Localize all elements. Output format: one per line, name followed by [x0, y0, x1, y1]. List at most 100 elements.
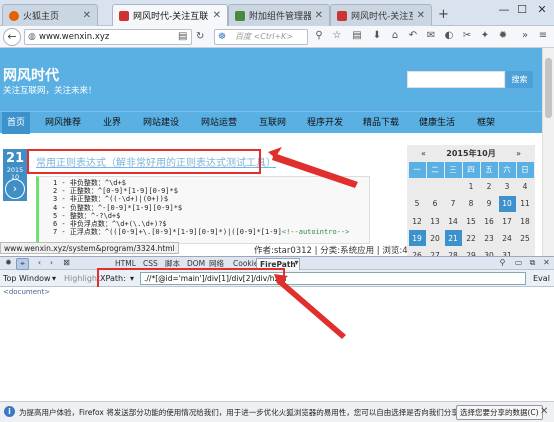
firebug-bug-icon[interactable]: ✹: [2, 258, 15, 270]
window-select[interactable]: Top Window: [3, 272, 51, 285]
menu-item-home[interactable]: 首页: [2, 112, 31, 134]
site-title[interactable]: 网风时代: [3, 65, 59, 85]
calendar-day[interactable]: 5: [409, 196, 426, 212]
reload-icon[interactable]: ↻: [196, 31, 204, 42]
calendar-day[interactable]: 6: [427, 196, 444, 212]
pocket-icon[interactable]: ◐: [442, 30, 456, 41]
minimize-panel-icon[interactable]: ▭: [512, 258, 525, 270]
share-data-button[interactable]: 选择您要分享的数据(C): [456, 405, 543, 420]
calendar-day[interactable]: 9: [481, 196, 498, 212]
calendar-day[interactable]: 11: [517, 196, 534, 212]
calendar-day[interactable]: 17: [499, 213, 516, 229]
calendar-day[interactable]: 1: [463, 179, 480, 195]
calendar-day[interactable]: 12: [409, 213, 426, 229]
close-window-button[interactable]: ✕: [532, 3, 552, 16]
scrollbar-thumb[interactable]: [545, 58, 552, 118]
close-icon[interactable]: ✕: [540, 258, 553, 270]
menu-item-site-operation[interactable]: 网站运营: [196, 112, 242, 134]
bookmarks-menu-icon[interactable]: ▤: [350, 30, 364, 41]
site-search-input[interactable]: [407, 71, 505, 88]
calendar-day[interactable]: 16: [481, 213, 498, 229]
calendar-day[interactable]: 7: [445, 196, 462, 212]
document-node[interactable]: <document>: [3, 288, 50, 296]
calendar-day[interactable]: 2: [481, 179, 498, 195]
new-tab-button[interactable]: +: [438, 7, 449, 22]
firebug-icon[interactable]: ✹: [496, 30, 510, 41]
reader-view-icon[interactable]: ▤: [178, 31, 187, 42]
menu-item-framework[interactable]: 框架: [472, 112, 500, 134]
chat-icon[interactable]: ✉: [424, 30, 438, 41]
menu-item-downloads[interactable]: 精品下载: [358, 112, 404, 134]
calendar-day[interactable]: 4: [517, 179, 534, 195]
calendar-day[interactable]: 13: [427, 213, 444, 229]
addons-icon[interactable]: ✦: [478, 30, 492, 41]
minimize-button[interactable]: —: [494, 3, 514, 16]
calendar-day[interactable]: 27: [427, 247, 444, 256]
site-search-button[interactable]: 搜索: [506, 71, 533, 88]
chevron-down-icon[interactable]: ▾: [52, 272, 56, 285]
menu-item-recommend[interactable]: 网风推荐: [40, 112, 86, 134]
url-bar[interactable]: ◍ www.wenxin.xyz: [24, 29, 192, 45]
tab-wenxin-active[interactable]: 网风时代-关注互联网，关... ✕: [112, 4, 228, 26]
menu-item-health[interactable]: 健康生活: [414, 112, 460, 134]
calendar-day[interactable]: 21: [444, 230, 462, 247]
highlight-button[interactable]: Highlight: [64, 272, 100, 285]
menu-item-programming[interactable]: 程序开发: [302, 112, 348, 134]
calendar-day[interactable]: 8: [463, 196, 480, 212]
calendar-day[interactable]: 26: [409, 247, 426, 256]
calendar-day[interactable]: 19: [408, 230, 426, 247]
calendar-next-button[interactable]: »: [516, 149, 521, 158]
undo-icon[interactable]: ↶: [406, 30, 420, 41]
forward-icon[interactable]: ›: [45, 258, 58, 270]
overflow-icon[interactable]: »: [518, 30, 532, 41]
calendar-day[interactable]: 30: [481, 247, 498, 256]
search-icon[interactable]: ⚲: [496, 258, 509, 270]
calendar-prev-button[interactable]: «: [421, 149, 426, 158]
calendar-day: [445, 179, 462, 195]
close-icon[interactable]: ✕: [540, 406, 548, 417]
calendar-day[interactable]: 15: [463, 213, 480, 229]
tab-wenxin-2[interactable]: 网风时代-关注互联网，关... ✕: [330, 4, 432, 26]
screenshot-icon[interactable]: ✂: [460, 30, 474, 41]
menu-icon[interactable]: ≡: [536, 30, 550, 41]
inspect-icon[interactable]: ⊠: [60, 258, 73, 270]
inspect-element-icon[interactable]: ⌖: [16, 258, 29, 270]
page-scrollbar[interactable]: [542, 48, 554, 256]
code-line: 7 - 正浮点数：^(([0-9]+\.[0-9]*[1-9][0-9]*)|(…: [53, 228, 282, 237]
post-day: 21: [5, 151, 25, 166]
calendar-day[interactable]: 10: [498, 195, 516, 213]
calendar-day[interactable]: 28: [445, 247, 462, 256]
search-go-icon[interactable]: ⚲: [312, 30, 326, 41]
calendar-day: [517, 247, 534, 256]
menu-item-site-building[interactable]: 网站建设: [138, 112, 184, 134]
tab-firefox-home[interactable]: 火狐主页 ✕: [2, 4, 98, 26]
search-bar[interactable]: ☸ 百度 <Ctrl+K>: [214, 29, 308, 45]
code-line: 6 - 非负浮点数：^\d+(\.\d+)?$: [53, 220, 167, 229]
close-tab-icon[interactable]: ✕: [83, 10, 91, 21]
calendar-day[interactable]: 29: [463, 247, 480, 256]
calendar-day[interactable]: 14: [445, 213, 462, 229]
chevron-down-icon[interactable]: ▾: [290, 258, 303, 270]
close-tab-icon[interactable]: ✕: [213, 10, 221, 21]
calendar-day[interactable]: 24: [499, 230, 516, 246]
calendar-day[interactable]: 20: [427, 230, 444, 246]
eval-button[interactable]: Eval: [533, 272, 550, 285]
home-icon[interactable]: ⌂: [388, 30, 402, 41]
bookmark-star-icon[interactable]: ☆: [330, 30, 344, 41]
close-tab-icon[interactable]: ✕: [417, 10, 425, 21]
calendar-day[interactable]: 18: [517, 213, 534, 229]
calendar-day[interactable]: 31: [499, 247, 516, 256]
menu-item-internet[interactable]: 互联网: [254, 112, 291, 134]
calendar-day[interactable]: 23: [481, 230, 498, 246]
detach-panel-icon[interactable]: ⧉: [526, 258, 539, 270]
chevron-right-icon[interactable]: ›: [5, 179, 25, 199]
close-tab-icon[interactable]: ✕: [315, 10, 323, 21]
back-button[interactable]: ←: [3, 28, 21, 46]
menu-item-industry[interactable]: 业界: [98, 112, 126, 134]
calendar-day[interactable]: 22: [463, 230, 480, 246]
maximize-button[interactable]: ☐: [512, 3, 532, 16]
calendar-day[interactable]: 3: [499, 179, 516, 195]
download-icon[interactable]: ⬇: [370, 30, 384, 41]
tab-addons-manager[interactable]: 附加组件管理器 ✕: [228, 4, 330, 26]
calendar-day[interactable]: 25: [517, 230, 534, 246]
